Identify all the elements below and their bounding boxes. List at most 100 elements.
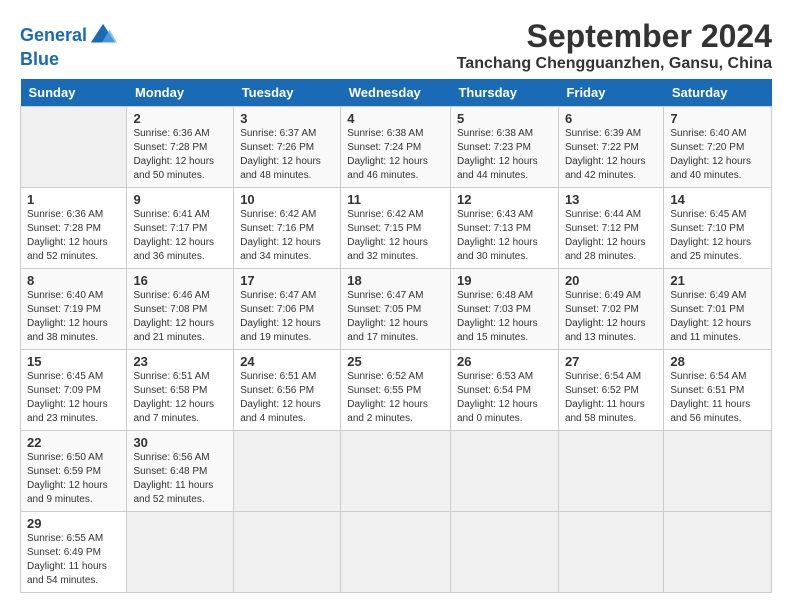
day-number: 29 — [27, 516, 120, 531]
day-info: Sunrise: 6:55 AMSunset: 6:49 PMDaylight:… — [27, 532, 120, 588]
table-row — [450, 431, 558, 512]
table-row: 28Sunrise: 6:54 AMSunset: 6:51 PMDayligh… — [664, 350, 772, 431]
table-row — [234, 512, 341, 593]
day-info: Sunrise: 6:45 AMSunset: 7:10 PMDaylight:… — [670, 208, 765, 264]
col-thursday: Thursday — [450, 79, 558, 107]
table-row — [558, 512, 663, 593]
col-wednesday: Wednesday — [341, 79, 451, 107]
calendar-week-row: 2Sunrise: 6:36 AMSunset: 7:28 PMDaylight… — [21, 107, 772, 188]
table-row: 17Sunrise: 6:47 AMSunset: 7:06 PMDayligh… — [234, 269, 341, 350]
main-title: September 2024 — [457, 18, 772, 55]
table-row — [341, 512, 451, 593]
day-info: Sunrise: 6:52 AMSunset: 6:55 PMDaylight:… — [347, 370, 444, 426]
title-area: September 2024 Tanchang Chengguanzhen, G… — [457, 18, 772, 73]
day-number: 30 — [133, 435, 227, 450]
table-row — [341, 431, 451, 512]
calendar-header-row: Sunday Monday Tuesday Wednesday Thursday… — [21, 79, 772, 107]
day-number: 10 — [240, 192, 334, 207]
col-tuesday: Tuesday — [234, 79, 341, 107]
day-info: Sunrise: 6:43 AMSunset: 7:13 PMDaylight:… — [457, 208, 552, 264]
day-info: Sunrise: 6:40 AMSunset: 7:19 PMDaylight:… — [27, 289, 120, 345]
col-sunday: Sunday — [21, 79, 127, 107]
day-number: 17 — [240, 273, 334, 288]
table-row: 18Sunrise: 6:47 AMSunset: 7:05 PMDayligh… — [341, 269, 451, 350]
logo-text: General — [20, 26, 87, 46]
day-number: 25 — [347, 354, 444, 369]
day-number: 9 — [133, 192, 227, 207]
table-row — [664, 512, 772, 593]
header: General Blue September 2024 Tanchang Che… — [20, 18, 772, 73]
day-info: Sunrise: 6:54 AMSunset: 6:51 PMDaylight:… — [670, 370, 765, 426]
day-info: Sunrise: 6:56 AMSunset: 6:48 PMDaylight:… — [133, 451, 227, 507]
table-row: 4Sunrise: 6:38 AMSunset: 7:24 PMDaylight… — [341, 107, 451, 188]
day-info: Sunrise: 6:49 AMSunset: 7:01 PMDaylight:… — [670, 289, 765, 345]
day-number: 23 — [133, 354, 227, 369]
table-row — [558, 431, 663, 512]
calendar-week-row: 15Sunrise: 6:45 AMSunset: 7:09 PMDayligh… — [21, 350, 772, 431]
calendar-week-row: 1Sunrise: 6:36 AMSunset: 7:28 PMDaylight… — [21, 188, 772, 269]
day-info: Sunrise: 6:36 AMSunset: 7:28 PMDaylight:… — [133, 127, 227, 183]
day-info: Sunrise: 6:47 AMSunset: 7:06 PMDaylight:… — [240, 289, 334, 345]
calendar-week-row: 29Sunrise: 6:55 AMSunset: 6:49 PMDayligh… — [21, 512, 772, 593]
day-number: 18 — [347, 273, 444, 288]
table-row — [234, 431, 341, 512]
table-row — [127, 512, 234, 593]
table-row: 24Sunrise: 6:51 AMSunset: 6:56 PMDayligh… — [234, 350, 341, 431]
logo-icon — [89, 22, 117, 50]
table-row: 16Sunrise: 6:46 AMSunset: 7:08 PMDayligh… — [127, 269, 234, 350]
day-number: 27 — [565, 354, 657, 369]
day-info: Sunrise: 6:42 AMSunset: 7:16 PMDaylight:… — [240, 208, 334, 264]
day-info: Sunrise: 6:38 AMSunset: 7:24 PMDaylight:… — [347, 127, 444, 183]
table-row — [21, 107, 127, 188]
col-friday: Friday — [558, 79, 663, 107]
day-number: 6 — [565, 111, 657, 126]
day-number: 21 — [670, 273, 765, 288]
day-number: 3 — [240, 111, 334, 126]
day-info: Sunrise: 6:49 AMSunset: 7:02 PMDaylight:… — [565, 289, 657, 345]
day-number: 28 — [670, 354, 765, 369]
day-info: Sunrise: 6:45 AMSunset: 7:09 PMDaylight:… — [27, 370, 120, 426]
day-number: 16 — [133, 273, 227, 288]
table-row: 15Sunrise: 6:45 AMSunset: 7:09 PMDayligh… — [21, 350, 127, 431]
table-row: 10Sunrise: 6:42 AMSunset: 7:16 PMDayligh… — [234, 188, 341, 269]
calendar-body: 2Sunrise: 6:36 AMSunset: 7:28 PMDaylight… — [21, 107, 772, 593]
table-row: 21Sunrise: 6:49 AMSunset: 7:01 PMDayligh… — [664, 269, 772, 350]
day-number: 12 — [457, 192, 552, 207]
day-number: 22 — [27, 435, 120, 450]
day-info: Sunrise: 6:51 AMSunset: 6:58 PMDaylight:… — [133, 370, 227, 426]
table-row — [450, 512, 558, 593]
table-row: 23Sunrise: 6:51 AMSunset: 6:58 PMDayligh… — [127, 350, 234, 431]
day-info: Sunrise: 6:37 AMSunset: 7:26 PMDaylight:… — [240, 127, 334, 183]
table-row: 19Sunrise: 6:48 AMSunset: 7:03 PMDayligh… — [450, 269, 558, 350]
day-info: Sunrise: 6:42 AMSunset: 7:15 PMDaylight:… — [347, 208, 444, 264]
day-info: Sunrise: 6:50 AMSunset: 6:59 PMDaylight:… — [27, 451, 120, 507]
day-info: Sunrise: 6:38 AMSunset: 7:23 PMDaylight:… — [457, 127, 552, 183]
calendar-table: Sunday Monday Tuesday Wednesday Thursday… — [20, 79, 772, 593]
day-number: 5 — [457, 111, 552, 126]
day-number: 20 — [565, 273, 657, 288]
day-info: Sunrise: 6:40 AMSunset: 7:20 PMDaylight:… — [670, 127, 765, 183]
day-number: 7 — [670, 111, 765, 126]
table-row: 20Sunrise: 6:49 AMSunset: 7:02 PMDayligh… — [558, 269, 663, 350]
table-row: 30Sunrise: 6:56 AMSunset: 6:48 PMDayligh… — [127, 431, 234, 512]
calendar-week-row: 22Sunrise: 6:50 AMSunset: 6:59 PMDayligh… — [21, 431, 772, 512]
day-number: 2 — [133, 111, 227, 126]
logo-text-blue: Blue — [20, 50, 117, 70]
calendar-week-row: 8Sunrise: 6:40 AMSunset: 7:19 PMDaylight… — [21, 269, 772, 350]
table-row: 2Sunrise: 6:36 AMSunset: 7:28 PMDaylight… — [127, 107, 234, 188]
day-info: Sunrise: 6:44 AMSunset: 7:12 PMDaylight:… — [565, 208, 657, 264]
day-number: 15 — [27, 354, 120, 369]
day-number: 13 — [565, 192, 657, 207]
table-row: 11Sunrise: 6:42 AMSunset: 7:15 PMDayligh… — [341, 188, 451, 269]
table-row: 14Sunrise: 6:45 AMSunset: 7:10 PMDayligh… — [664, 188, 772, 269]
day-number: 19 — [457, 273, 552, 288]
table-row: 9Sunrise: 6:41 AMSunset: 7:17 PMDaylight… — [127, 188, 234, 269]
table-row: 27Sunrise: 6:54 AMSunset: 6:52 PMDayligh… — [558, 350, 663, 431]
table-row: 5Sunrise: 6:38 AMSunset: 7:23 PMDaylight… — [450, 107, 558, 188]
day-number: 14 — [670, 192, 765, 207]
day-number: 1 — [27, 192, 120, 207]
day-info: Sunrise: 6:39 AMSunset: 7:22 PMDaylight:… — [565, 127, 657, 183]
table-row: 1Sunrise: 6:36 AMSunset: 7:28 PMDaylight… — [21, 188, 127, 269]
day-info: Sunrise: 6:48 AMSunset: 7:03 PMDaylight:… — [457, 289, 552, 345]
table-row: 6Sunrise: 6:39 AMSunset: 7:22 PMDaylight… — [558, 107, 663, 188]
